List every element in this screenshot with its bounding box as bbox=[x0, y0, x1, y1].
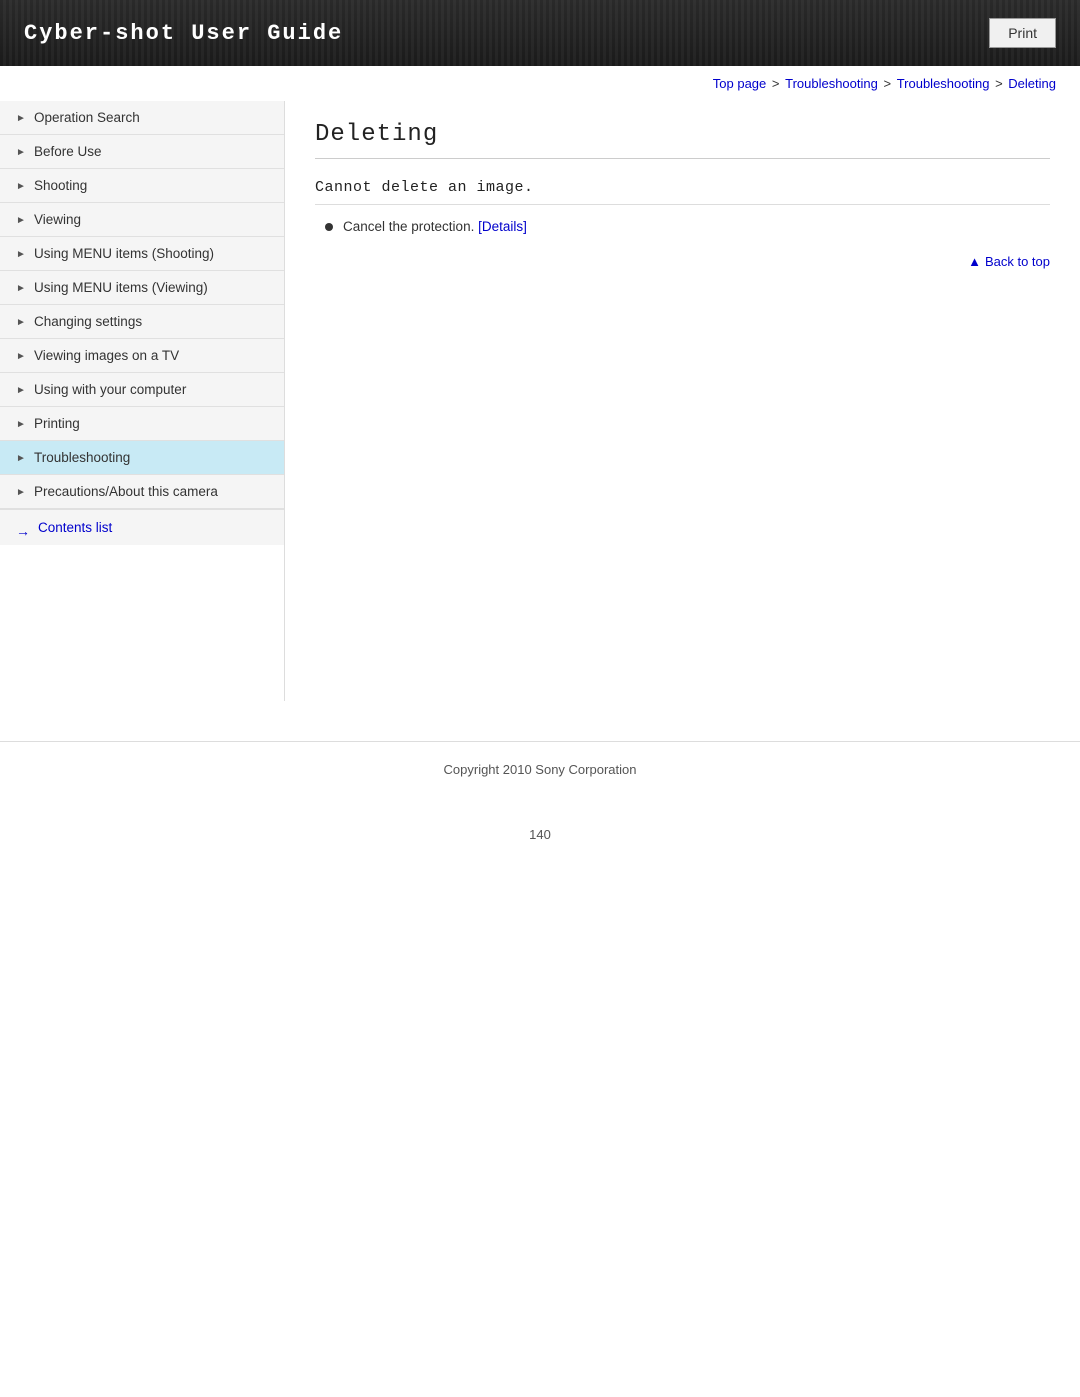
sidebar-item-printing[interactable]: ► Printing bbox=[0, 407, 284, 441]
section-heading: Cannot delete an image. bbox=[315, 179, 1050, 205]
sidebar-label: Precautions/About this camera bbox=[34, 484, 218, 499]
sidebar-item-precautions[interactable]: ► Precautions/About this camera bbox=[0, 475, 284, 509]
chevron-right-icon: ► bbox=[16, 419, 26, 429]
contents-list-link[interactable]: Contents list bbox=[16, 520, 268, 535]
chevron-right-icon: ► bbox=[16, 385, 26, 395]
sidebar-label: Shooting bbox=[34, 178, 87, 193]
breadcrumb-troubleshooting-2[interactable]: Troubleshooting bbox=[897, 76, 990, 91]
details-link[interactable]: [Details] bbox=[478, 219, 527, 234]
sidebar-item-before-use[interactable]: ► Before Use bbox=[0, 135, 284, 169]
main-layout: ► Operation Search ► Before Use ► Shooti… bbox=[0, 101, 1080, 701]
sidebar-label: Changing settings bbox=[34, 314, 142, 329]
list-item: Cancel the protection. [Details] bbox=[315, 219, 1050, 234]
chevron-right-icon: ► bbox=[16, 113, 26, 123]
breadcrumb: Top page > Troubleshooting > Troubleshoo… bbox=[0, 66, 1080, 101]
sidebar-label: Using MENU items (Viewing) bbox=[34, 280, 208, 295]
contents-list-row: Contents list bbox=[0, 509, 284, 545]
bullet-dot-icon bbox=[325, 223, 333, 231]
content-area: Deleting Cannot delete an image. Cancel … bbox=[285, 101, 1080, 289]
sidebar-item-viewing[interactable]: ► Viewing bbox=[0, 203, 284, 237]
footer: Copyright 2010 Sony Corporation bbox=[0, 741, 1080, 797]
sidebar-item-changing-settings[interactable]: ► Changing settings bbox=[0, 305, 284, 339]
triangle-up-icon: ▲ bbox=[968, 254, 981, 269]
chevron-right-icon: ► bbox=[16, 283, 26, 293]
breadcrumb-deleting[interactable]: Deleting bbox=[1008, 76, 1056, 91]
chevron-right-icon: ► bbox=[16, 317, 26, 327]
bullet-text: Cancel the protection. [Details] bbox=[343, 219, 527, 234]
bullet-text-content: Cancel the protection. bbox=[343, 219, 478, 234]
breadcrumb-troubleshooting-1[interactable]: Troubleshooting bbox=[785, 76, 878, 91]
chevron-right-icon: ► bbox=[16, 181, 26, 191]
sidebar-item-viewing-images-tv[interactable]: ► Viewing images on a TV bbox=[0, 339, 284, 373]
page-header: Cyber-shot User Guide Print bbox=[0, 0, 1080, 66]
sidebar-item-using-menu-shooting[interactable]: ► Using MENU items (Shooting) bbox=[0, 237, 284, 271]
page-number: 140 bbox=[0, 797, 1080, 872]
back-to-top-label: Back to top bbox=[985, 254, 1050, 269]
breadcrumb-top-page[interactable]: Top page bbox=[713, 76, 767, 91]
sidebar-label: Using with your computer bbox=[34, 382, 186, 397]
sidebar-label: Viewing bbox=[34, 212, 81, 227]
chevron-right-icon: ► bbox=[16, 453, 26, 463]
sidebar-label: Troubleshooting bbox=[34, 450, 130, 465]
sidebar-label: Printing bbox=[34, 416, 80, 431]
breadcrumb-sep-1: > bbox=[772, 76, 783, 91]
arrow-right-icon bbox=[16, 523, 32, 533]
sidebar-item-troubleshooting[interactable]: ► Troubleshooting bbox=[0, 441, 284, 475]
site-title: Cyber-shot User Guide bbox=[24, 21, 343, 46]
sidebar-item-using-with-computer[interactable]: ► Using with your computer bbox=[0, 373, 284, 407]
contents-list-label: Contents list bbox=[38, 520, 112, 535]
copyright-text: Copyright 2010 Sony Corporation bbox=[444, 762, 637, 777]
sidebar-label: Operation Search bbox=[34, 110, 140, 125]
breadcrumb-sep-2: > bbox=[883, 76, 894, 91]
chevron-right-icon: ► bbox=[16, 351, 26, 361]
back-to-top: ▲ Back to top bbox=[315, 254, 1050, 269]
breadcrumb-sep-3: > bbox=[995, 76, 1006, 91]
print-button[interactable]: Print bbox=[989, 18, 1056, 48]
sidebar-item-shooting[interactable]: ► Shooting bbox=[0, 169, 284, 203]
page-title: Deleting bbox=[315, 121, 1050, 159]
sidebar-item-using-menu-viewing[interactable]: ► Using MENU items (Viewing) bbox=[0, 271, 284, 305]
back-to-top-link[interactable]: ▲ Back to top bbox=[968, 254, 1050, 269]
sidebar: ► Operation Search ► Before Use ► Shooti… bbox=[0, 101, 285, 701]
sidebar-label: Before Use bbox=[34, 144, 102, 159]
chevron-right-icon: ► bbox=[16, 215, 26, 225]
sidebar-item-operation-search[interactable]: ► Operation Search bbox=[0, 101, 284, 135]
sidebar-label: Viewing images on a TV bbox=[34, 348, 179, 363]
chevron-right-icon: ► bbox=[16, 487, 26, 497]
sidebar-label: Using MENU items (Shooting) bbox=[34, 246, 214, 261]
chevron-right-icon: ► bbox=[16, 249, 26, 259]
chevron-right-icon: ► bbox=[16, 147, 26, 157]
